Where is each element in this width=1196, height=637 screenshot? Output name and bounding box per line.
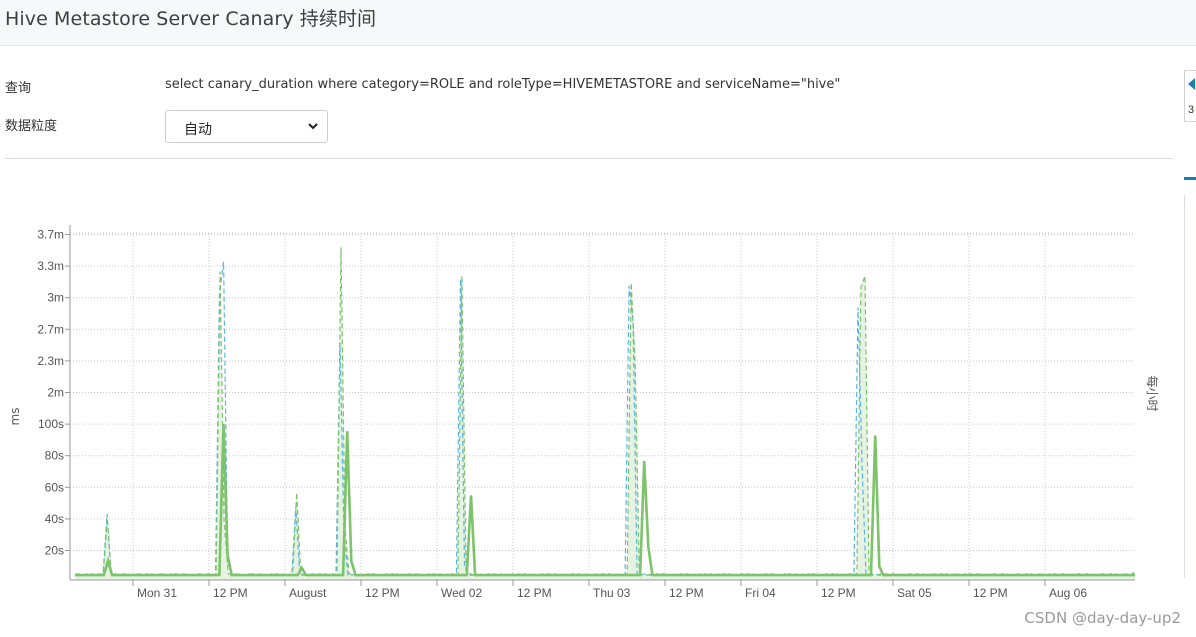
x-tick-label: 12 PM (213, 586, 248, 600)
query-label: 查询 (5, 81, 32, 96)
y-axis-ticks: 20s 40s 60s 80s 100s 2m 2.3m 2.7m 3m 3.3m 3.7m (37, 228, 70, 558)
x-tick-label: Sat 05 (897, 586, 932, 600)
x-tick-label: 12 PM (669, 586, 704, 600)
page-header: Hive Metastore Server Canary 持续时间 (0, 0, 1196, 46)
granularity-select[interactable]: 自动 (165, 110, 328, 143)
side-panel-border (1184, 195, 1185, 578)
y-tick-label: 2m (47, 386, 64, 400)
chevron-down-icon (308, 123, 318, 130)
x-tick-label: Fri 04 (745, 586, 776, 600)
x-axis-ticks: Mon 31 12 PM August 12 PM Wed 02 12 PM Thu 03 1… (132, 580, 1087, 600)
form-divider (5, 158, 1173, 159)
y-tick-label: 3.7m (37, 228, 64, 242)
y-tick-label: 3m (47, 291, 64, 305)
page-title: Hive Metastore Server Canary 持续时间 (5, 8, 377, 30)
y-tick-label: 20s (45, 544, 64, 558)
x-tick-label: Thu 03 (593, 586, 631, 600)
x-tick-label: Aug 06 (1049, 586, 1087, 600)
y-axis-title: ms (8, 408, 22, 426)
x-tick-label: 12 PM (365, 586, 400, 600)
chart-grid (70, 232, 1135, 580)
y-tick-label: 80s (45, 449, 64, 463)
x-tick-label: Wed 02 (441, 586, 482, 600)
series-max-dashed (74, 247, 1136, 576)
y-tick-label: 3.3m (37, 259, 64, 273)
y-tick-label: 2.3m (37, 354, 64, 368)
watermark: CSDN @day-day-up2 (1024, 609, 1181, 627)
query-text: select canary_duration where category=RO… (165, 77, 841, 92)
x-tick-label: Mon 31 (137, 586, 177, 600)
x-tick-label: August (289, 586, 327, 600)
duration-chart: 20s 40s 60s 80s 100s 2m 2.3m 2.7m 3m 3.3m 3.7m Mon… (8, 225, 1160, 600)
right-axis-title: 每小时 (1145, 375, 1160, 411)
y-tick-label: 40s (45, 512, 64, 526)
x-tick-label: 12 PM (517, 586, 552, 600)
y-tick-label: 2.7m (37, 322, 64, 336)
collapse-arrow-icon (1188, 78, 1195, 90)
granularity-select-value: 自动 (184, 122, 212, 138)
x-tick-label: 12 PM (973, 586, 1008, 600)
series-blue-dashed (74, 261, 1136, 576)
y-tick-label: 100s (38, 417, 64, 431)
granularity-label: 数据粒度 (5, 119, 58, 134)
side-panel-accent (1184, 177, 1196, 180)
side-panel-toggle[interactable]: 3 (1184, 70, 1196, 122)
side-panel-number: 3 (1188, 104, 1195, 116)
x-tick-label: 12 PM (821, 586, 856, 600)
y-tick-label: 60s (45, 480, 64, 494)
series-mean-line (75, 424, 1135, 577)
